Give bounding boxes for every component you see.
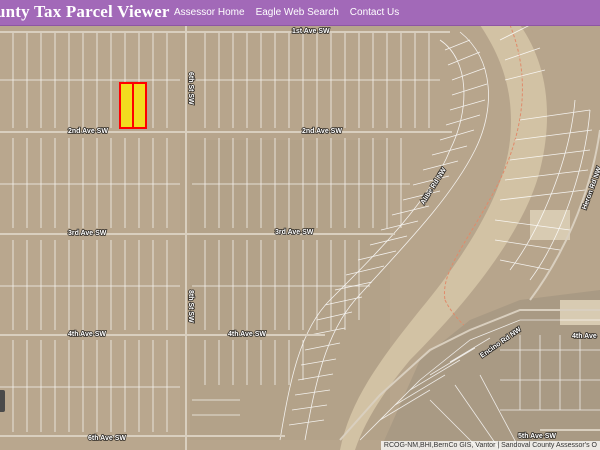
street-label-5th-ave: 5th Ave SW xyxy=(518,433,556,440)
street-label-1st-ave: 1st Ave SW xyxy=(292,28,330,35)
street-label-8th-st: 8th St SW xyxy=(187,290,194,323)
street-label-4th-ave-left: 4th Ave SW xyxy=(68,331,106,338)
map-canvas[interactable]: 1st Ave SW 2nd Ave SW 2nd Ave SW 3rd Ave… xyxy=(0,25,600,450)
street-label-3rd-ave-right: 3rd Ave SW xyxy=(275,229,314,236)
app-header: unty Tax Parcel Viewer Assessor Home Eag… xyxy=(0,0,600,26)
cleared-lot xyxy=(530,210,570,240)
app-title: unty Tax Parcel Viewer xyxy=(0,2,170,21)
nav-contact-us[interactable]: Contact Us xyxy=(350,7,399,18)
terrain-patch xyxy=(190,140,390,440)
map-attribution: RCOG-NM,BHI,BernCo GIS, Vantor | Sandova… xyxy=(380,441,600,450)
street-label-6th-ave: 6th Ave SW xyxy=(88,435,126,442)
street-label-4th-ave-mid: 4th Ave SW xyxy=(228,331,266,338)
cleared-lot xyxy=(560,300,600,325)
nav-eagle-web-search[interactable]: Eagle Web Search xyxy=(256,7,339,18)
map-control-handle[interactable] xyxy=(0,390,5,412)
street-label-3rd-ave-left: 3rd Ave SW xyxy=(68,230,107,237)
top-nav: Assessor Home Eagle Web Search Contact U… xyxy=(174,7,399,18)
selected-parcel[interactable] xyxy=(132,82,147,129)
selected-parcels[interactable] xyxy=(119,82,147,129)
street-label-6th-st: 6th St SW xyxy=(187,72,194,105)
street-label-4th-ave-right: 4th Ave xyxy=(572,333,597,340)
map-view[interactable]: 1st Ave SW 2nd Ave SW 2nd Ave SW 3rd Ave… xyxy=(0,25,600,450)
selected-parcel[interactable] xyxy=(119,82,134,129)
street-label-2nd-ave-right: 2nd Ave SW xyxy=(302,128,342,135)
nav-assessor-home[interactable]: Assessor Home xyxy=(174,7,245,18)
street-label-2nd-ave-left: 2nd Ave SW xyxy=(68,128,108,135)
